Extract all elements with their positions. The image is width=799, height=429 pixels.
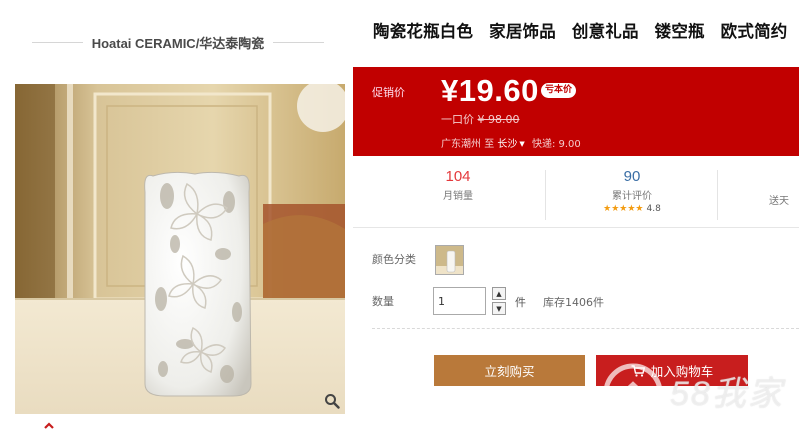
product-main-image[interactable]: [15, 84, 345, 414]
monthly-sales-count: 104: [445, 168, 471, 185]
divider: [545, 170, 546, 220]
reviews-count: 90: [623, 168, 641, 185]
promo-price: ¥19.60: [441, 73, 539, 108]
color-option-label: 颜色分类: [372, 253, 416, 266]
quantity-label: 数量: [372, 295, 394, 308]
original-price-label: 一口价: [441, 113, 474, 126]
divider: [717, 170, 718, 220]
rating-score: 4.8: [646, 204, 661, 214]
quantity-input[interactable]: [433, 287, 486, 315]
shipping-fee: 快递: 9.00: [531, 139, 581, 150]
store-name[interactable]: Hoatai CERAMIC/华达泰陶瓷: [83, 33, 274, 52]
promo-price-label: 促销价: [372, 86, 405, 99]
price-badge: 亏本价: [541, 83, 577, 98]
chevron-up-icon[interactable]: [42, 416, 56, 429]
reviews-label: 累计评价: [612, 191, 652, 202]
ship-to-selector[interactable]: 长沙 ▼: [497, 139, 528, 150]
quantity-unit: 件: [515, 296, 526, 309]
shipping-row: 广东潮州 至 长沙 ▼ 快递: 9.00: [441, 135, 581, 150]
gift-stat: 送天: [769, 190, 789, 207]
add-to-cart-button[interactable]: 加入购物车: [596, 355, 748, 386]
product-title: 陶瓷花瓶白色 家居饰品 创意礼品 镂空瓶 欧式简约: [373, 22, 788, 41]
ship-to: 长沙: [497, 139, 518, 150]
product-gallery: Hoatai CERAMIC/华达泰陶瓷: [0, 0, 352, 429]
store-header: Hoatai CERAMIC/华达泰陶瓷: [32, 30, 324, 54]
reviews-stat[interactable]: 90 累计评价 ★★★★★ 4.8: [583, 168, 681, 214]
ship-to-word: 至: [484, 139, 495, 150]
divider: [273, 41, 324, 43]
monthly-sales-stat: 104 月销量: [423, 168, 493, 202]
vase-thumbnail-icon: [436, 246, 463, 274]
ship-from: 广东潮州: [441, 139, 481, 150]
product-info: 陶瓷花瓶白色 家居饰品 创意礼品 镂空瓶 欧式简约 促销价 ¥19.60 亏本价…: [353, 0, 799, 429]
price-panel: 促销价 ¥19.60 亏本价 一口价 ¥ 98.00 广东潮州 至 长沙 ▼ 快递…: [353, 67, 799, 156]
original-price-row: 一口价 ¥ 98.00: [441, 111, 520, 127]
quantity-decrease-button[interactable]: ▼: [492, 302, 506, 315]
star-icons: ★★★★★: [603, 204, 644, 214]
shopping-cart-icon: [631, 364, 645, 377]
chevron-down-icon: ▼: [496, 304, 502, 313]
rating-stars: ★★★★★ 4.8: [583, 204, 681, 214]
gift-label: 送天: [769, 196, 789, 207]
monthly-sales-label: 月销量: [443, 191, 473, 202]
white-ceramic-vase-photo: [15, 84, 345, 414]
color-swatch[interactable]: [435, 245, 464, 275]
chevron-up-icon: ▲: [496, 289, 502, 298]
original-price: ¥ 98.00: [477, 113, 520, 126]
buy-now-button[interactable]: 立刻购买: [434, 355, 585, 386]
divider: [32, 41, 83, 43]
sales-stats: 104 月销量 90 累计评价 ★★★★★ 4.8 送天: [353, 156, 799, 228]
search-icon[interactable]: [321, 390, 343, 412]
stock-count: 库存1406件: [543, 296, 604, 309]
caret-down-icon: ▼: [519, 140, 525, 148]
quantity-increase-button[interactable]: ▲: [492, 287, 506, 300]
add-to-cart-label: 加入购物车: [650, 364, 714, 379]
divider: [372, 328, 799, 329]
